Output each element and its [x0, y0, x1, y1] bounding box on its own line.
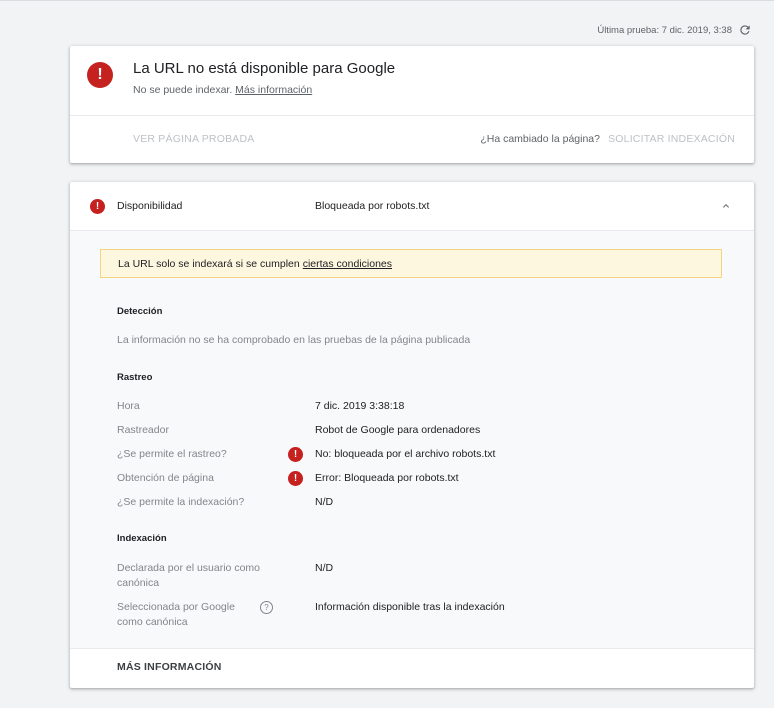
availability-card: ! Disponibilidad Bloqueada por robots.tx… [70, 182, 754, 688]
indexing-row-value: N/D [315, 562, 334, 574]
more-info-footer-link[interactable]: MÁS INFORMACIÓN [117, 661, 222, 673]
crawl-row-value: 7 dic. 2019 3:38:18 [315, 400, 405, 412]
help-icon[interactable]: ? [260, 601, 273, 614]
crawl-row-value: N/D [315, 496, 334, 508]
status-subtitle-text: No se puede indexar. [133, 84, 233, 96]
detection-text: La información no se ha comprobado en la… [117, 334, 471, 346]
error-icon: ! [87, 62, 113, 88]
status-title: La URL no está disponible para Google [133, 60, 396, 77]
more-info-link[interactable]: Más información [235, 84, 312, 96]
crawl-row-value: No: bloqueada por el archivo robots.txt [315, 448, 496, 460]
crawl-row-label: Hora [117, 400, 140, 412]
notice-text: La URL solo se indexará si se cumplen [118, 257, 300, 270]
conditions-notice: La URL solo se indexará si se cumplen ci… [100, 249, 722, 278]
indexing-row-label-line: como canónica [117, 616, 188, 628]
indexing-row-label-line: canónica [117, 577, 160, 589]
crawl-row-value: Robot de Google para ordenadores [315, 424, 481, 436]
crawl-row-label: ¿Se permite la indexación? [117, 496, 245, 508]
status-card: ! La URL no está disponible para Google … [70, 46, 754, 163]
error-icon: ! [288, 447, 303, 462]
indexing-row-label-line: Seleccionada por Google [117, 601, 235, 613]
indexing-row-label: Declarada por el usuario como canónica [117, 561, 260, 591]
availability-details: La URL solo se indexará si se cumplen ci… [70, 231, 754, 648]
footer-divider [70, 648, 754, 649]
crawl-row-label: Obtención de página [117, 472, 214, 484]
view-tested-page-button[interactable]: VER PÁGINA PROBADA [133, 133, 254, 145]
error-icon: ! [288, 471, 303, 486]
last-test-bar: Última prueba: 7 dic. 2019, 3:38 [597, 22, 752, 38]
error-icon: ! [90, 199, 105, 214]
indexing-title: Indexación [117, 533, 167, 544]
refresh-icon[interactable] [738, 23, 752, 37]
request-indexing-button[interactable]: SOLICITAR INDEXACIÓN [608, 133, 735, 145]
crawl-row-value: Error: Bloqueada por robots.txt [315, 472, 459, 484]
availability-label: Disponibilidad [117, 200, 183, 212]
card-divider [70, 115, 754, 116]
detection-title: Detección [117, 306, 163, 317]
availability-value: Bloqueada por robots.txt [315, 200, 430, 212]
conditions-link[interactable]: ciertas condiciones [303, 258, 392, 270]
crawl-row-label: ¿Se permite el rastreo? [117, 448, 227, 460]
indexing-row-label-line: Declarada por el usuario como [117, 562, 260, 574]
top-divider [0, 0, 774, 1]
crawl-row-label: Rastreador [117, 424, 169, 436]
last-test-text: Última prueba: 7 dic. 2019, 3:38 [597, 24, 732, 36]
crawl-title: Rastreo [117, 372, 153, 383]
status-subtitle: No se puede indexar. Más información [133, 84, 312, 96]
chevron-up-icon[interactable] [719, 200, 733, 212]
changed-page-question: ¿Ha cambiado la página? [480, 133, 600, 145]
indexing-row-label: Seleccionada por Google como canónica [117, 600, 235, 630]
indexing-row-value: Información disponible tras la indexació… [315, 601, 505, 613]
availability-header[interactable]: ! Disponibilidad Bloqueada por robots.tx… [70, 182, 754, 230]
